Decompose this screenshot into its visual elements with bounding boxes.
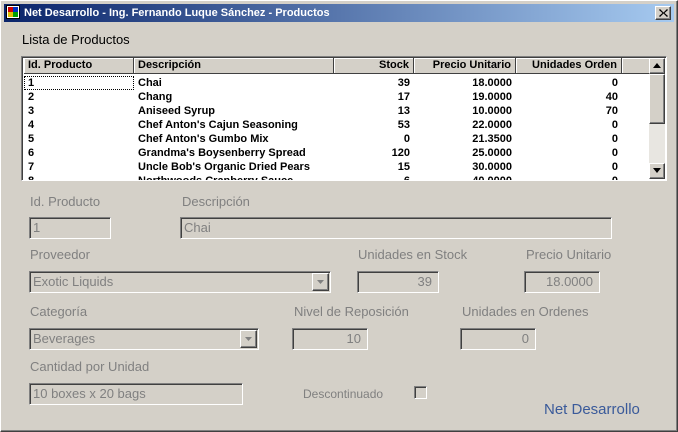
cell-price: 18.0000 xyxy=(472,77,512,89)
cell-description: Aniseed Syrup xyxy=(138,105,216,117)
chevron-down-icon xyxy=(245,337,252,341)
description-field[interactable]: Chai xyxy=(180,217,612,239)
discontinued-label: Descontinuado xyxy=(303,387,384,401)
cell-units-order: 0 xyxy=(611,77,618,89)
table-row[interactable]: 3 Aniseed Syrup 13 10.0000 70 xyxy=(24,104,650,118)
id-label: Id. Producto xyxy=(30,194,101,209)
vertical-scrollbar[interactable] xyxy=(649,58,665,179)
supplier-value: Exotic Liquids xyxy=(33,274,114,289)
cell-description: Uncle Bob's Organic Dried Pears xyxy=(138,161,310,173)
table-row[interactable]: 5 Chef Anton's Gumbo Mix 0 21.3500 0 xyxy=(24,132,650,146)
cell-units-order: 0 xyxy=(611,133,618,145)
id-field[interactable]: 1 xyxy=(29,217,111,239)
arrow-up-icon xyxy=(653,63,661,68)
arrow-down-icon xyxy=(653,168,661,173)
cell-description: Chang xyxy=(138,91,173,103)
cell-price: 19.0000 xyxy=(472,91,512,103)
table-row[interactable]: 6 Grandma's Boysenberry Spread 120 25.0000 0 xyxy=(24,146,650,160)
products-grid[interactable]: Id. Producto Descripción Stock Precio Un… xyxy=(21,56,667,181)
cell-units-order: 40 xyxy=(605,91,618,103)
close-icon xyxy=(659,9,668,17)
stock-label: Unidades en Stock xyxy=(358,247,468,262)
chevron-down-icon xyxy=(317,280,324,284)
cell-description: Chef Anton's Cajun Seasoning xyxy=(138,119,298,131)
cell-units-order: 70 xyxy=(605,105,618,117)
cell-price: 30.0000 xyxy=(472,161,512,173)
cell-id: 2 xyxy=(28,91,35,103)
column-header-price[interactable]: Precio Unitario xyxy=(414,58,516,74)
price-label: Precio Unitario xyxy=(526,247,612,262)
discontinued-checkbox[interactable] xyxy=(414,386,427,399)
window-title: Net Desarrollo - Ing. Fernando Luque Sán… xyxy=(24,7,330,19)
brand-label: Net Desarrollo xyxy=(544,401,640,418)
list-title: Lista de Productos xyxy=(22,32,130,47)
category-label: Categoría xyxy=(30,304,88,319)
grid-body: 1 Chai 39 18.0000 0 2 Chang 17 19.0000 40 3 Aniseed… xyxy=(24,76,650,181)
description-label: Descripción xyxy=(182,194,250,209)
reorder-level-label: Nivel de Reposición xyxy=(294,304,409,319)
price-field[interactable]: 18.0000 xyxy=(524,271,600,293)
scroll-up-button[interactable] xyxy=(649,58,665,74)
cell-units-order: 0 xyxy=(611,161,618,173)
cell-stock: 13 xyxy=(397,105,410,117)
column-header-filler xyxy=(622,58,650,74)
supplier-label: Proveedor xyxy=(30,247,90,262)
column-header-id[interactable]: Id. Producto xyxy=(24,58,134,74)
cell-id: 8 xyxy=(28,175,35,181)
cell-id: 7 xyxy=(28,161,35,173)
units-on-order-label: Unidades en Ordenes xyxy=(462,304,589,319)
cell-stock: 120 xyxy=(391,147,410,159)
column-header-units-order[interactable]: Unidades Orden xyxy=(516,58,622,74)
category-dropdown-button[interactable] xyxy=(240,330,257,348)
table-row[interactable]: 1 Chai 39 18.0000 0 xyxy=(24,76,650,90)
app-window: Net Desarrollo - Ing. Fernando Luque Sán… xyxy=(0,0,678,432)
cell-id: 5 xyxy=(28,133,35,145)
cell-price: 10.0000 xyxy=(472,105,512,117)
app-icon[interactable] xyxy=(6,5,20,19)
table-row[interactable]: 7 Uncle Bob's Organic Dried Pears 15 30.000… xyxy=(24,160,650,174)
cell-units-order: 0 xyxy=(611,175,618,181)
scroll-down-button[interactable] xyxy=(649,163,665,179)
cell-description: Grandma's Boysenberry Spread xyxy=(138,147,306,159)
supplier-dropdown-button[interactable] xyxy=(312,273,329,291)
cell-id: 6 xyxy=(28,147,35,159)
units-on-order-field[interactable]: 0 xyxy=(460,328,536,350)
cell-id: 3 xyxy=(28,105,35,117)
category-combobox[interactable]: Beverages xyxy=(29,328,259,350)
quantity-per-unit-field[interactable]: 10 boxes x 20 bags xyxy=(29,383,243,405)
scroll-thumb[interactable] xyxy=(649,74,665,124)
cell-description: Northwoods Cranberry Sauce xyxy=(138,175,294,181)
cell-stock: 17 xyxy=(397,91,410,103)
grid-header: Id. Producto Descripción Stock Precio Un… xyxy=(24,58,650,74)
cell-units-order: 0 xyxy=(611,119,618,131)
column-header-description[interactable]: Descripción xyxy=(134,58,334,74)
cell-stock: 0 xyxy=(403,133,410,145)
cell-price: 40.0000 xyxy=(472,175,512,181)
cell-id: 4 xyxy=(28,119,35,131)
title-bar: Net Desarrollo - Ing. Fernando Luque Sán… xyxy=(4,4,674,22)
cell-price: 22.0000 xyxy=(472,119,512,131)
cell-description: Chef Anton's Gumbo Mix xyxy=(138,133,269,145)
reorder-level-field[interactable]: 10 xyxy=(292,328,368,350)
cell-stock: 39 xyxy=(397,77,410,89)
cell-stock: 53 xyxy=(397,119,410,131)
close-button[interactable] xyxy=(655,6,671,20)
quantity-per-unit-label: Cantidad por Unidad xyxy=(30,359,150,374)
cell-stock: 6 xyxy=(403,175,410,181)
cell-price: 25.0000 xyxy=(472,147,512,159)
supplier-combobox[interactable]: Exotic Liquids xyxy=(29,271,331,293)
table-row[interactable]: 4 Chef Anton's Cajun Seasoning 53 22.0000 0 xyxy=(24,118,650,132)
table-row[interactable]: 2 Chang 17 19.0000 40 xyxy=(24,90,650,104)
cell-price: 21.3500 xyxy=(472,133,512,145)
cell-description: Chai xyxy=(138,77,162,89)
cell-units-order: 0 xyxy=(611,147,618,159)
cell-stock: 15 xyxy=(397,161,410,173)
cell-id: 1 xyxy=(24,76,134,90)
stock-field[interactable]: 39 xyxy=(357,271,439,293)
column-header-stock[interactable]: Stock xyxy=(334,58,414,74)
category-value: Beverages xyxy=(33,331,96,346)
table-row[interactable]: 8 Northwoods Cranberry Sauce 6 40.0000 0 xyxy=(24,174,650,181)
